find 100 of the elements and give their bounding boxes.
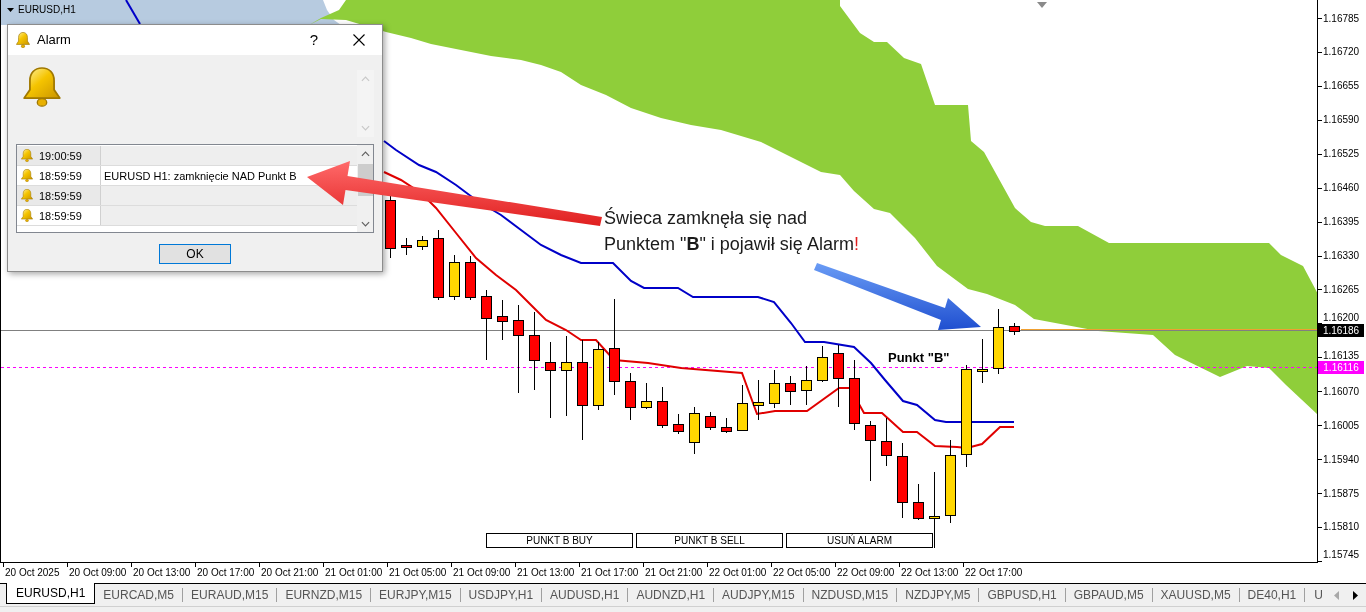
chart-shift-marker-icon: [1037, 2, 1047, 8]
bell-icon: [21, 149, 33, 162]
bell-icon: [21, 209, 33, 222]
bearish-candle: [401, 237, 412, 256]
price-label: 1.16330: [1323, 250, 1360, 261]
bearish-candle: [673, 413, 684, 435]
chart-tab[interactable]: NZDUSD,M15: [803, 584, 897, 606]
price-label: 1.16525: [1323, 148, 1360, 159]
chart-tab[interactable]: AUDJPY,M15: [714, 584, 803, 606]
chart-tab[interactable]: EURCAD,M5: [95, 584, 183, 606]
ok-button[interactable]: OK: [159, 244, 231, 264]
chart-tab[interactable]: DE40,H1: [1239, 584, 1305, 606]
time-label: 20 Oct 13:00: [133, 567, 191, 579]
bearish-candle: [481, 289, 492, 361]
bearish-candle: [465, 255, 476, 301]
chart-tab[interactable]: USDJPY,H1: [460, 584, 542, 606]
chart-tab[interactable]: EURJPY,M15: [371, 584, 460, 606]
time-label: 22 Oct 05:00: [773, 567, 831, 579]
caret-icon[interactable]: [7, 8, 14, 12]
bullish-candle: [641, 382, 652, 410]
time-label: 20 Oct 17:00: [197, 567, 255, 579]
time-label: 21 Oct 17:00: [581, 567, 639, 579]
chart-tab[interactable]: GBPUSD,H1: [979, 584, 1065, 606]
bullish-candle: [593, 341, 604, 411]
price-tag: 1.16186: [1318, 324, 1364, 337]
bullish-candle: [417, 235, 428, 251]
chart-tab[interactable]: EURUSD,H1: [6, 583, 96, 604]
chevron-down-icon: [360, 220, 370, 227]
chart-tab[interactable]: U: [1305, 584, 1325, 606]
chevron-down-icon: [361, 125, 370, 131]
bearish-candle: [497, 299, 508, 341]
bell-icon: [23, 67, 61, 107]
time-label: 21 Oct 01:00: [325, 567, 383, 579]
price-label: 1.16200: [1323, 312, 1360, 323]
chart-tab[interactable]: AUDUSD,H1: [542, 584, 628, 606]
price-label: 1.16785: [1323, 13, 1360, 24]
price-label: 1.16460: [1323, 182, 1360, 193]
chart-tab[interactable]: XAUUSD,M5: [1152, 584, 1239, 606]
chart-button[interactable]: PUNKT B SELL: [636, 533, 783, 548]
message-cell[interactable]: [101, 186, 357, 205]
bearish-candle: [833, 344, 844, 408]
price-label: 1.16005: [1323, 420, 1360, 431]
chart-tab[interactable]: EURAUD,M15: [183, 584, 277, 606]
time-label: 22 Oct 13:00: [901, 567, 959, 579]
chart-tab[interactable]: EURNZD,M15: [277, 584, 371, 606]
bearish-candle: [865, 420, 876, 482]
bullish-candle: [801, 365, 812, 406]
bearish-candle: [849, 359, 860, 431]
time-cell[interactable]: 18:59:59: [17, 186, 101, 205]
vertical-scrollbar[interactable]: [357, 70, 374, 137]
help-button[interactable]: ?: [299, 25, 329, 55]
close-icon: [353, 34, 365, 46]
bullish-candle: [993, 308, 1004, 375]
scroll-right-icon[interactable]: [1353, 590, 1358, 600]
dialog-title: Alarm: [37, 32, 71, 48]
time-label: 22 Oct 01:00: [709, 567, 767, 579]
chart-tab[interactable]: AUDNZD,H1: [628, 584, 714, 606]
bullish-candle: [817, 345, 828, 383]
time-cell[interactable]: 19:00:59: [17, 146, 101, 165]
chart-button[interactable]: USUŃ ALARM: [786, 533, 933, 548]
chart-title: EURUSD,H1: [18, 4, 76, 16]
price-label: 1.15745: [1323, 549, 1360, 560]
bullish-candle: [449, 254, 460, 301]
level-label: Punkt "B": [888, 350, 950, 365]
price-label: 1.15810: [1323, 521, 1360, 532]
price-label: 1.15940: [1323, 454, 1360, 465]
message-cell[interactable]: [101, 146, 357, 165]
price-label: 1.16590: [1323, 114, 1360, 125]
chart-tab[interactable]: GBPAUD,M5: [1065, 584, 1152, 606]
price-label: 1.16395: [1323, 216, 1360, 227]
bell-icon: [16, 32, 30, 48]
bell-icon: [21, 169, 33, 182]
bearish-candle: [705, 411, 716, 431]
bearish-candle: [625, 372, 636, 421]
alarm-time: 18:59:59: [39, 208, 82, 223]
bullish-candle: [977, 338, 988, 384]
bell-icon: [21, 189, 33, 202]
time-label: 22 Oct 09:00: [837, 567, 895, 579]
time-label: 22 Oct 17:00: [965, 567, 1023, 579]
time-label: 21 Oct 21:00: [645, 567, 703, 579]
chart-tab[interactable]: NZDJPY,M5: [897, 584, 979, 606]
annotation-text: Świeca zamknęła się nad Punktem "B" i pojawił się Alarm!: [604, 206, 859, 256]
time-label: 20 Oct 09:00: [69, 567, 127, 579]
price-label: 1.16070: [1323, 386, 1360, 397]
bullish-candle: [769, 369, 780, 409]
bearish-candle: [433, 229, 444, 301]
kijun-sen-line: [125, 0, 141, 25]
bearish-candle: [881, 417, 892, 467]
alarm-time: 18:59:59: [39, 168, 82, 183]
price-tag: 1.16116: [1318, 361, 1364, 374]
bearish-candle: [721, 417, 732, 434]
bearish-candle: [1009, 322, 1020, 336]
alarm-time: 19:00:59: [39, 148, 82, 163]
chevron-up-icon: [361, 76, 370, 82]
message-cell[interactable]: [101, 206, 357, 225]
chart-button[interactable]: PUNKT B BUY: [486, 533, 633, 548]
bullish-candle: [689, 406, 700, 455]
chevron-up-icon: [360, 150, 370, 157]
price-label: 1.16265: [1323, 284, 1360, 295]
price-label: 1.16720: [1323, 46, 1360, 57]
